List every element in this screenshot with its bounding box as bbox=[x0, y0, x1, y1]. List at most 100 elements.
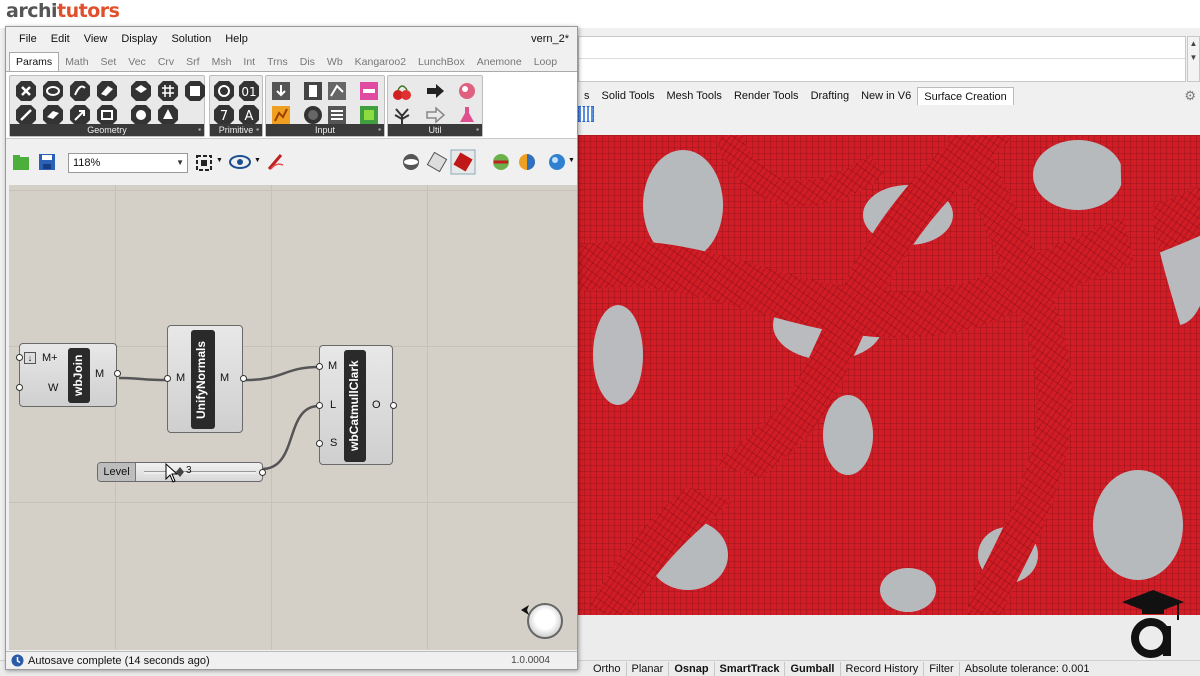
menu-item[interactable]: Help bbox=[218, 27, 255, 51]
preview-wireframe-icon[interactable] bbox=[426, 151, 448, 173]
sketch-pen-icon[interactable] bbox=[266, 152, 286, 172]
input-grip[interactable] bbox=[316, 440, 323, 447]
input-grip[interactable] bbox=[164, 375, 171, 382]
rhino-tab[interactable]: s bbox=[578, 87, 596, 105]
rhino-tab[interactable]: Surface Creation bbox=[917, 86, 1014, 106]
preview-util-icon[interactable] bbox=[456, 80, 478, 102]
rhino-command-history[interactable] bbox=[578, 36, 1186, 82]
panel-input-icon[interactable] bbox=[270, 80, 292, 102]
zoom-level-dropdown[interactable]: 118% ▼ bbox=[68, 153, 188, 173]
save-file-icon[interactable] bbox=[38, 153, 56, 171]
eye-icon[interactable] bbox=[229, 154, 251, 170]
menu-item[interactable]: File bbox=[12, 27, 44, 51]
gh-canvas[interactable]: ↓ M+ W wbJoin M M UnifyNormals M M L S w… bbox=[9, 185, 577, 650]
status-pane-item[interactable]: Gumball bbox=[785, 661, 841, 676]
gh-tab[interactable]: Kangaroo2 bbox=[349, 53, 412, 71]
preview-selected-icon[interactable] bbox=[490, 151, 512, 173]
galapagos-icon[interactable] bbox=[391, 104, 413, 126]
plane-param-icon[interactable] bbox=[42, 104, 64, 126]
flask-icon[interactable] bbox=[456, 104, 478, 126]
number-param-icon[interactable]: 7 bbox=[213, 104, 235, 126]
field-param-icon[interactable] bbox=[184, 80, 206, 102]
data-input-icon[interactable] bbox=[424, 104, 446, 126]
rhino-tab[interactable]: Render Tools bbox=[728, 87, 805, 105]
gh-tab[interactable]: LunchBox bbox=[412, 53, 471, 71]
list-input-icon[interactable] bbox=[326, 104, 348, 126]
graph-input-icon[interactable] bbox=[326, 80, 348, 102]
surface-param-icon[interactable] bbox=[96, 80, 118, 102]
output-grip[interactable] bbox=[240, 375, 247, 382]
gh-tab[interactable]: Anemone bbox=[471, 53, 528, 71]
chart-input-icon[interactable] bbox=[270, 104, 292, 126]
geometry-param-icon[interactable] bbox=[157, 104, 179, 126]
gh-tab[interactable]: Int bbox=[237, 53, 261, 71]
gear-icon[interactable]: ⚙ bbox=[1184, 88, 1196, 104]
gh-tab[interactable]: Srf bbox=[180, 53, 205, 71]
gh-tab[interactable]: Crv bbox=[152, 53, 180, 71]
preview-shaded-icon[interactable] bbox=[450, 149, 476, 175]
wbjoin-component[interactable]: ↓ M+ W wbJoin M bbox=[16, 343, 121, 407]
output-grip[interactable] bbox=[259, 469, 266, 476]
chevron-down-icon[interactable]: ▼ bbox=[568, 157, 575, 164]
gh-tab[interactable]: Params bbox=[9, 52, 60, 71]
status-pane-item[interactable]: SmartTrack bbox=[715, 661, 786, 676]
brep-param-icon[interactable] bbox=[130, 80, 152, 102]
level-number-slider[interactable]: Level 3 bbox=[97, 462, 266, 482]
sphere-preview-icon[interactable] bbox=[546, 151, 568, 173]
rhino-tab[interactable]: Solid Tools bbox=[596, 87, 661, 105]
rhino-tab[interactable]: New in V6 bbox=[855, 87, 917, 105]
gh-tab[interactable]: Vec bbox=[122, 53, 152, 71]
arrow-down-icon[interactable]: ↓ bbox=[24, 352, 36, 364]
input-grip[interactable] bbox=[316, 363, 323, 370]
cherry-picker-icon[interactable] bbox=[391, 80, 413, 102]
preview-off-icon[interactable] bbox=[400, 151, 422, 173]
gh-tab[interactable]: Set bbox=[95, 53, 123, 71]
gradient-input-icon[interactable] bbox=[358, 80, 380, 102]
circle-param-icon[interactable] bbox=[42, 80, 64, 102]
status-ortho[interactable]: Ortho bbox=[588, 661, 627, 676]
mesh-param-icon[interactable] bbox=[157, 80, 179, 102]
status-pane-item[interactable]: Osnap bbox=[669, 661, 715, 676]
color-sphere-icon[interactable] bbox=[516, 151, 538, 173]
rhino-tab[interactable]: Drafting bbox=[805, 87, 856, 105]
toggle-input-icon[interactable] bbox=[302, 80, 324, 102]
swatch-input-icon[interactable] bbox=[358, 104, 380, 126]
menu-item[interactable]: Solution bbox=[164, 27, 218, 51]
gh-tab[interactable]: Trns bbox=[261, 53, 294, 71]
zoom-extents-icon[interactable] bbox=[194, 153, 214, 173]
boolean-param-icon[interactable] bbox=[213, 80, 235, 102]
wbcatmullclark-component[interactable]: M L S wbCatmullClark O bbox=[316, 345, 397, 465]
status-pane-item[interactable]: Absolute tolerance: 0.001 bbox=[960, 662, 1095, 676]
vector-param-icon[interactable] bbox=[69, 104, 91, 126]
output-grip[interactable] bbox=[390, 402, 397, 409]
command-scrollbar[interactable]: ▲ ▼ bbox=[1187, 36, 1200, 82]
gh-tab[interactable]: Loop bbox=[528, 53, 563, 71]
gh-tab[interactable]: Math bbox=[59, 53, 94, 71]
canvas-navigation-widget[interactable] bbox=[527, 603, 563, 639]
input-grip[interactable] bbox=[316, 402, 323, 409]
chevron-down-icon[interactable]: ▼ bbox=[216, 157, 223, 164]
status-pane-item[interactable]: Filter bbox=[924, 661, 960, 676]
line-param-icon[interactable] bbox=[15, 104, 37, 126]
chevron-down-icon[interactable]: ▼ bbox=[254, 157, 261, 164]
point-param-icon[interactable] bbox=[15, 80, 37, 102]
gh-tab[interactable]: Wb bbox=[321, 53, 349, 71]
status-pane-item[interactable]: Record History bbox=[841, 661, 925, 676]
rhino-viewport[interactable] bbox=[578, 135, 1200, 615]
group-param-icon[interactable] bbox=[130, 104, 152, 126]
open-file-icon[interactable] bbox=[12, 153, 30, 171]
gh-tab[interactable]: Dis bbox=[294, 53, 321, 71]
text-param-icon[interactable]: A bbox=[238, 104, 260, 126]
menu-item[interactable]: View bbox=[77, 27, 115, 51]
box-param-icon[interactable] bbox=[96, 104, 118, 126]
rhino-tab[interactable]: Mesh Tools bbox=[661, 87, 728, 105]
status-pane-item[interactable]: Planar bbox=[627, 661, 670, 676]
surface-tool-icon[interactable] bbox=[578, 106, 594, 122]
data-output-icon[interactable] bbox=[424, 80, 446, 102]
output-grip[interactable] bbox=[114, 370, 121, 377]
menu-item[interactable]: Edit bbox=[44, 27, 77, 51]
gh-tab[interactable]: Msh bbox=[206, 53, 238, 71]
button-input-icon[interactable] bbox=[302, 104, 324, 126]
slider-track[interactable] bbox=[144, 471, 256, 474]
input-grip[interactable] bbox=[16, 384, 23, 391]
